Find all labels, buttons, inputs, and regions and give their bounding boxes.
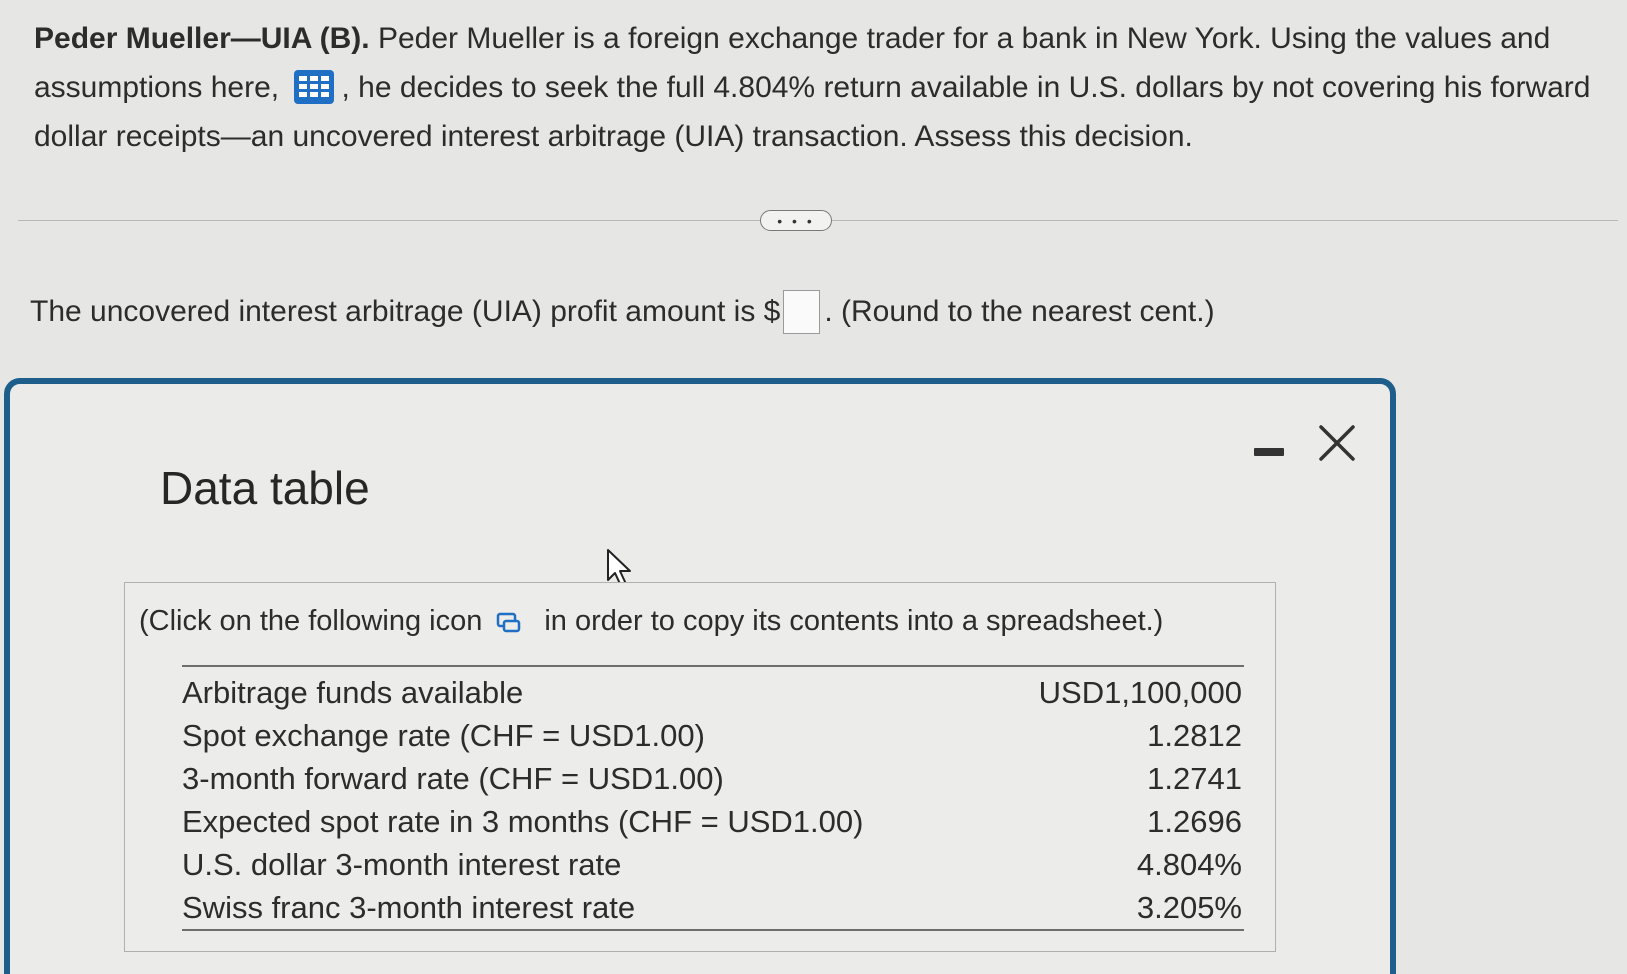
row-value: USD1,100,000	[1038, 674, 1242, 710]
table-top-rule	[182, 665, 1244, 667]
table-bottom-rule	[182, 929, 1244, 931]
answer-suffix: . (Round to the nearest cent.)	[824, 295, 1215, 328]
row-value: 3.205%	[1136, 889, 1242, 925]
table-grid-icon[interactable]	[293, 69, 335, 105]
expand-more-button[interactable]: • • •	[760, 210, 832, 231]
profit-answer-input[interactable]	[783, 290, 821, 334]
table-row: Arbitrage funds available USD1,100,000	[182, 671, 1244, 714]
copy-note-after: in order to copy its contents into a spr…	[544, 605, 1164, 637]
row-value: 1.2741	[1147, 760, 1242, 796]
data-table-box: (Click on the following icon in order to…	[124, 582, 1276, 952]
copy-to-spreadsheet-icon[interactable]	[496, 610, 522, 634]
copy-note-before: (Click on the following icon	[139, 605, 483, 637]
answer-line: The uncovered interest arbitrage (UIA) p…	[30, 290, 1215, 334]
table-row: Expected spot rate in 3 months (CHF = US…	[182, 800, 1244, 843]
row-value: 1.2696	[1147, 803, 1242, 839]
row-value: 4.804%	[1136, 846, 1242, 882]
row-label: Spot exchange rate (CHF = USD1.00)	[182, 717, 705, 753]
row-label: Swiss franc 3-month interest rate	[182, 889, 636, 925]
answer-prefix: The uncovered interest arbitrage (UIA) p…	[30, 295, 781, 328]
question-title: Peder Mueller—UIA (B).	[34, 22, 370, 55]
row-label: 3-month forward rate (CHF = USD1.00)	[182, 760, 724, 796]
row-value: 1.2812	[1147, 717, 1242, 753]
row-label: Expected spot rate in 3 months (CHF = US…	[182, 803, 864, 839]
table-row: 3-month forward rate (CHF = USD1.00) 1.2…	[182, 757, 1244, 800]
question-text: Peder Mueller—UIA (B). Peder Mueller is …	[34, 14, 1594, 161]
data-table: Arbitrage funds available USD1,100,000 S…	[182, 671, 1244, 929]
table-row: Spot exchange rate (CHF = USD1.00) 1.281…	[182, 714, 1244, 757]
row-label: U.S. dollar 3-month interest rate	[182, 846, 622, 882]
row-label: Arbitrage funds available	[182, 674, 524, 710]
page: Peder Mueller—UIA (B). Peder Mueller is …	[0, 0, 1627, 974]
table-row: Swiss franc 3-month interest rate 3.205%	[182, 886, 1244, 929]
minimize-button[interactable]	[1254, 448, 1284, 456]
copy-note: (Click on the following icon in order to…	[139, 605, 1163, 638]
dialog-title: Data table	[160, 462, 370, 514]
close-icon[interactable]	[1316, 422, 1358, 464]
table-row: U.S. dollar 3-month interest rate 4.804%	[182, 843, 1244, 886]
